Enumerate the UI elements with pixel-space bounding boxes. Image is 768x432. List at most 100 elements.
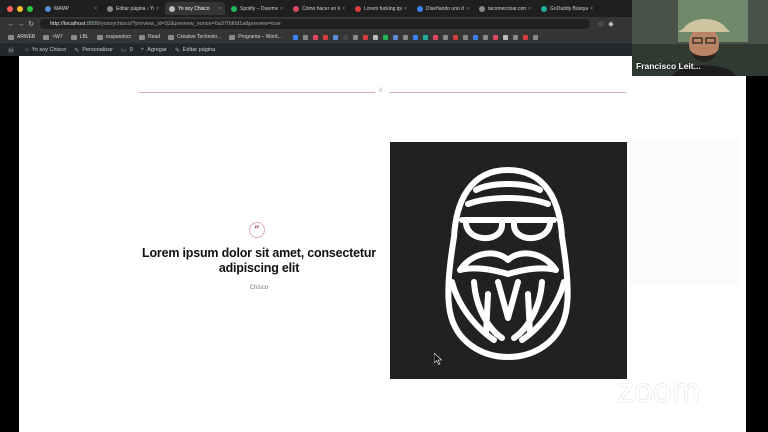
browser-tab[interactable]: GoDaddy Búsqueda×	[537, 2, 597, 15]
bookmark-item[interactable]: Programa – Word...	[229, 34, 282, 40]
pencil-icon: ✎	[174, 47, 180, 54]
admin-edit-link[interactable]: ✎ Editar página	[175, 47, 215, 54]
browser-tab[interactable]: Spotify – Duerme ×	[227, 2, 287, 15]
reload-icon[interactable]: ↻	[26, 20, 36, 28]
tab-close-icon[interactable]: ×	[404, 6, 407, 12]
bookmark-favicon-icon[interactable]	[292, 34, 298, 40]
bookmark-item[interactable]: csspandocr	[96, 34, 132, 40]
bookmark-icon-list	[288, 34, 538, 40]
admin-add-link[interactable]: + Agregar	[141, 47, 167, 53]
bookmark-favicon-icon[interactable]	[462, 34, 468, 40]
forward-icon[interactable]: →	[16, 21, 26, 28]
testimonial-quote: Lorem ipsum dolor sit amet, consectetur …	[142, 246, 376, 275]
folder-icon	[168, 34, 175, 40]
plus-icon: +	[140, 47, 145, 53]
url-path: :8888/yosoychisco/?preview_id=32&preview…	[85, 21, 281, 27]
tab-favicon-icon	[355, 5, 361, 12]
bookmark-favicon-icon[interactable]	[382, 34, 388, 40]
admin-comments-count: 0	[129, 47, 133, 53]
folder-icon	[229, 34, 236, 40]
window-controls	[7, 5, 33, 12]
bookmark-favicon-icon[interactable]	[502, 34, 508, 40]
bookmark-favicon-icon[interactable]	[452, 34, 458, 40]
bookmark-favicon-icon[interactable]	[432, 34, 438, 40]
bookmark-item[interactable]: ARWEB	[8, 34, 35, 40]
bookmark-favicon-icon[interactable]	[372, 34, 378, 40]
browser-tab[interactable]: Diseñando uno de ×	[413, 2, 473, 15]
admin-customize-label: Personalizar	[82, 47, 113, 53]
tab-favicon-icon	[231, 5, 237, 12]
browser-tab[interactable]: Yo soy Chisco ×	[165, 2, 225, 15]
testimonial-author: Chisco	[249, 285, 269, 291]
bookmark-list: ARWEB <W7 LBL csspandocr Read Creative Techno…	[0, 34, 282, 40]
tab-close-icon[interactable]: ×	[156, 6, 159, 12]
comment-icon: ▭	[120, 47, 127, 54]
bookmark-favicon-icon[interactable]	[392, 34, 398, 40]
maximize-window-button[interactable]	[27, 5, 33, 12]
minimize-window-button[interactable]	[17, 5, 23, 12]
bookmark-favicon-icon[interactable]	[322, 34, 328, 40]
bookmark-favicon-icon[interactable]	[412, 34, 418, 40]
folder-icon	[96, 34, 103, 40]
url-input[interactable]: http://localhost:8888/yosoychisco/?previ…	[40, 19, 590, 29]
browser-tab[interactable]: MAMP ×	[41, 2, 101, 15]
bookmark-favicon-icon[interactable]	[522, 34, 528, 40]
tab-close-icon[interactable]: ×	[528, 6, 531, 12]
admin-edit-label: Editar página	[182, 47, 216, 53]
browser-tab[interactable]: Cómo hacer un logo×	[289, 2, 349, 15]
folder-icon	[70, 34, 77, 40]
tab-favicon-icon	[107, 5, 113, 12]
admin-site-label: Yo soy Chisco	[31, 47, 67, 53]
tab-label: tacomercioar.com	[488, 5, 527, 12]
quote-icon: ”	[249, 222, 265, 238]
tab-close-icon[interactable]: ×	[218, 6, 221, 12]
browser-tab[interactable]: tacomercioar.com ×	[475, 2, 535, 15]
bookmark-favicon-icon[interactable]	[472, 34, 478, 40]
bookmark-favicon-icon[interactable]	[352, 34, 358, 40]
admin-comments-link[interactable]: ▭ 0	[121, 47, 133, 54]
back-icon[interactable]: ←	[6, 21, 16, 28]
bookmark-favicon-icon[interactable]	[312, 34, 318, 40]
tab-label: Editar página ‹ Yo soy	[116, 5, 154, 12]
tab-close-icon[interactable]: ×	[342, 6, 345, 12]
bookmark-favicon-icon[interactable]	[532, 34, 538, 40]
separator-line-right	[389, 92, 626, 93]
tab-favicon-icon	[293, 5, 299, 12]
browser-tab[interactable]: Editar página ‹ Yo soy×	[103, 2, 163, 15]
bookmark-label: csspandocr	[105, 34, 132, 40]
admin-add-label: Agregar	[147, 47, 167, 53]
wordpress-logo-icon[interactable]: Ⓦ	[8, 46, 17, 55]
tab-favicon-icon	[479, 5, 485, 12]
tab-favicon-icon	[541, 5, 547, 12]
bookmark-favicon-icon[interactable]	[482, 34, 488, 40]
mouse-cursor-icon	[434, 353, 442, 365]
bookmark-favicon-icon[interactable]	[302, 34, 308, 40]
bookmark-item[interactable]: <W7	[43, 34, 63, 40]
bookmark-item[interactable]: Read	[139, 34, 160, 40]
bookmark-favicon-icon[interactable]	[342, 34, 348, 40]
tab-favicon-icon	[417, 5, 423, 12]
home-icon: ⌂	[25, 47, 29, 53]
close-window-button[interactable]	[7, 5, 13, 12]
admin-site-link[interactable]: ⌂ Yo soy Chisco	[25, 47, 66, 53]
folder-icon	[8, 34, 14, 40]
bookmark-favicon-icon[interactable]	[362, 34, 368, 40]
bookmark-favicon-icon[interactable]	[402, 34, 408, 40]
separator-mark: //	[379, 88, 383, 94]
tab-close-icon[interactable]: ×	[590, 6, 593, 12]
bookmark-favicon-icon[interactable]	[492, 34, 498, 40]
bookmark-favicon-icon[interactable]	[332, 34, 338, 40]
tab-close-icon[interactable]: ×	[466, 6, 469, 12]
extension-icon[interactable]: ◆	[606, 20, 616, 28]
bookmark-favicon-icon[interactable]	[442, 34, 448, 40]
bookmark-item[interactable]: LBL	[70, 34, 89, 40]
bookmark-star-icon[interactable]: ☆	[596, 20, 606, 28]
bookmark-favicon-icon[interactable]	[422, 34, 428, 40]
admin-customize-link[interactable]: ✎ Personalizar	[74, 47, 113, 54]
bookmark-item[interactable]: Creative Technolo...	[168, 34, 221, 40]
tab-favicon-icon	[169, 5, 175, 12]
browser-tab[interactable]: Lorem fucking ipsum×	[351, 2, 411, 15]
bookmark-favicon-icon[interactable]	[512, 34, 518, 40]
tab-close-icon[interactable]: ×	[94, 6, 97, 12]
tab-close-icon[interactable]: ×	[280, 6, 283, 12]
